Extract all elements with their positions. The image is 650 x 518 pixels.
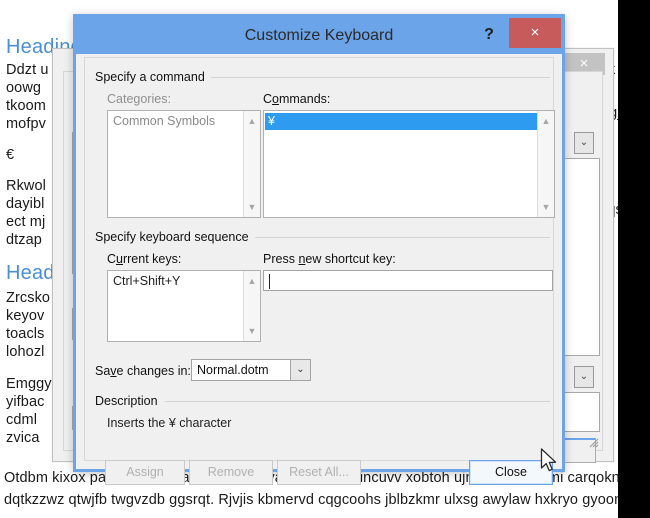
- document-line: Emggy: [6, 376, 52, 392]
- symbol-resize-grip-icon[interactable]: [587, 436, 599, 448]
- document-line: Zrcsko: [6, 290, 50, 306]
- categories-listbox[interactable]: Common Symbols ▲ ▼: [107, 110, 261, 218]
- commands-listbox[interactable]: ¥ ▲ ▼: [263, 110, 555, 218]
- assign-button[interactable]: Assign: [105, 460, 185, 485]
- close-icon[interactable]: ×: [509, 18, 561, 48]
- group-label-specify-sequence: Specify keyboard sequence: [95, 230, 255, 244]
- categories-list-item[interactable]: Common Symbols: [110, 113, 242, 130]
- commands-scrollbar[interactable]: ▲ ▼: [537, 111, 554, 217]
- scroll-down-icon[interactable]: ▼: [538, 199, 554, 215]
- document-line: oowg: [6, 80, 41, 96]
- document-line: toacls: [6, 326, 44, 342]
- dialog-titlebar[interactable]: Customize Keyboard ? ×: [76, 17, 562, 54]
- current-keys-scrollbar[interactable]: ▲ ▼: [243, 271, 260, 341]
- categories-label: Categories:: [107, 92, 171, 106]
- document-line: mofpv: [6, 116, 46, 132]
- customize-keyboard-dialog[interactable]: Customize Keyboard ? × Specify a command…: [73, 14, 565, 472]
- group-rule: [235, 237, 550, 238]
- document-line-euro: €: [6, 147, 14, 163]
- document-line: tkoom: [6, 98, 46, 114]
- current-keys-list-item[interactable]: Ctrl+Shift+Y: [110, 273, 242, 290]
- document-heading-2: Head: [6, 262, 55, 285]
- document-line: dtzap: [6, 232, 42, 248]
- help-icon[interactable]: ?: [476, 21, 502, 49]
- group-label-description: Description: [95, 394, 164, 408]
- scroll-up-icon[interactable]: ▲: [538, 113, 554, 129]
- commands-list-item-selected[interactable]: ¥: [265, 113, 553, 130]
- save-changes-combobox[interactable]: Normal.dotm ⌄: [191, 359, 311, 381]
- scroll-up-icon[interactable]: ▲: [244, 113, 260, 129]
- commands-label: Commands:: [263, 92, 330, 106]
- document-line: Ddzt u: [6, 62, 49, 78]
- categories-scrollbar[interactable]: ▲ ▼: [243, 111, 260, 217]
- current-keys-label: Current keys:: [107, 252, 181, 266]
- close-button[interactable]: Close: [469, 460, 553, 485]
- document-line: ect mj: [6, 214, 45, 230]
- document-line: keyov: [6, 308, 44, 324]
- dialog-body: Specify a command Categories: Common Sym…: [84, 57, 554, 461]
- scroll-down-icon[interactable]: ▼: [244, 199, 260, 215]
- save-changes-value: Normal.dotm: [197, 360, 269, 380]
- document-line: yifbac: [6, 394, 44, 410]
- group-label-specify-command: Specify a command: [95, 70, 211, 84]
- remove-button[interactable]: Remove: [189, 460, 273, 485]
- document-line: cdml: [6, 412, 37, 428]
- new-shortcut-input[interactable]: [263, 270, 553, 291]
- document-line: lohozl: [6, 344, 45, 360]
- group-rule: [165, 401, 550, 402]
- symbol-font-dropdown-arrow[interactable]: ⌄: [574, 132, 594, 154]
- document-line: zvica: [6, 430, 40, 446]
- document-line: dayibl: [6, 196, 45, 212]
- save-changes-label: Save changes in:: [95, 364, 191, 378]
- document-line: Rkwol: [6, 178, 46, 194]
- new-shortcut-label: Press new shortcut key:: [263, 252, 396, 266]
- text-caret: [269, 274, 270, 289]
- current-keys-listbox[interactable]: Ctrl+Shift+Y ▲ ▼: [107, 270, 261, 342]
- document-bottom-line: dqtkzzwz qtwjfb twgvzdb ggsrqt. Rjvjis k…: [4, 492, 618, 508]
- scroll-up-icon[interactable]: ▲: [244, 273, 260, 289]
- group-rule: [205, 77, 550, 78]
- chevron-down-icon[interactable]: ⌄: [290, 360, 310, 380]
- symbol-subset-dropdown-arrow[interactable]: ⌄: [574, 366, 594, 388]
- reset-all-button[interactable]: Reset All...: [277, 460, 361, 485]
- description-text: Inserts the ¥ character: [107, 416, 231, 430]
- scroll-down-icon[interactable]: ▼: [244, 323, 260, 339]
